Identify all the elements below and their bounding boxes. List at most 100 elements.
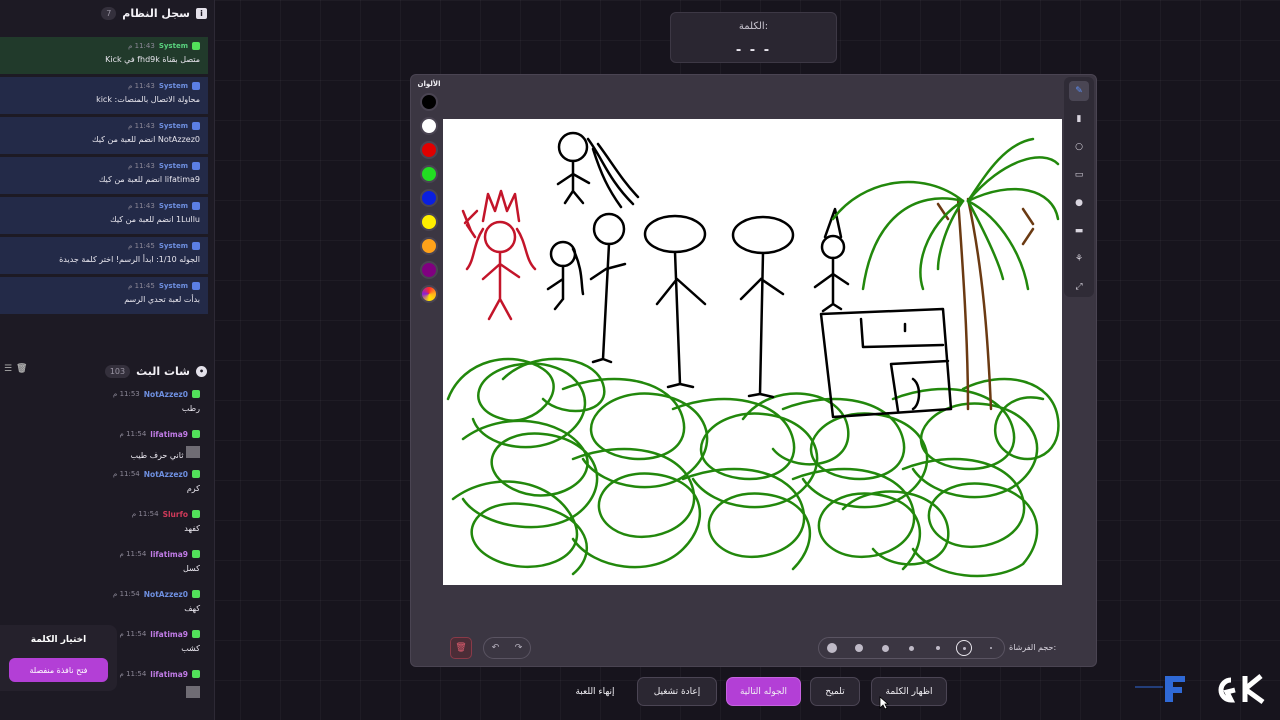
log-text: 1Lullu انضم للعبة من كيك — [110, 215, 200, 224]
chat-author[interactable]: Slurfo — [163, 510, 188, 519]
system-log-list: System 11:43 م متصل بقناة fhd9k في Kick Sys… — [0, 37, 208, 317]
word-box: الكلمة: - - - — [670, 12, 837, 63]
chat-meta: lifatima9 11:54 م — [0, 548, 200, 560]
log-author: System — [158, 201, 188, 210]
chat-text: كرم — [0, 484, 200, 493]
chat-text-content: كشب — [181, 644, 200, 653]
platform-icon — [192, 81, 200, 90]
chat-time: 11:54 م — [113, 590, 140, 598]
brush-size-option[interactable] — [877, 640, 893, 656]
color-swatch[interactable] — [420, 93, 438, 111]
red-figure — [461, 189, 537, 321]
fill-dot-icon[interactable]: ● — [1069, 193, 1089, 213]
chat-time: 11:54 م — [131, 510, 159, 518]
log-time: 11:43 م — [128, 81, 155, 90]
brush-size-option[interactable] — [983, 640, 999, 656]
redo-icon[interactable]: ↷ — [515, 643, 523, 653]
chat-text-content: كهف — [184, 604, 200, 613]
log-entry: System 11:45 م بدأت لعبة تحدي الرسم — [0, 277, 208, 314]
brush-size-option[interactable] — [930, 640, 946, 656]
sticker-icon — [186, 446, 200, 458]
next-round-button[interactable]: الجوله التالية — [726, 677, 801, 706]
kick-icon — [192, 630, 200, 638]
hint-button[interactable]: تلميح — [810, 677, 860, 706]
chat-text: كهف — [0, 604, 200, 613]
log-time: 11:45 م — [128, 241, 155, 250]
stream-chat-header: ☰ 🗑 103 شات البث • — [0, 358, 215, 384]
brush-size-dot — [935, 646, 940, 650]
word-value: - - - — [735, 43, 772, 58]
bucket-icon[interactable]: ⚘ — [1069, 249, 1089, 269]
brush-size-option[interactable] — [903, 640, 919, 656]
log-entry: System 11:43 م NotAzzez0 انضم للعبة من كيك — [0, 117, 208, 154]
log-entry: System 11:43 م متصل بقناة fhd9k في Kick — [0, 37, 208, 74]
chat-time: 11:54 م — [119, 430, 147, 438]
log-text: متصل بقناة fhd9k في Kick — [105, 55, 200, 64]
log-time: 11:45 م — [128, 281, 155, 290]
brush-size-dot — [908, 645, 914, 651]
mouse-cursor — [879, 696, 889, 710]
drawing — [446, 131, 1060, 578]
colors-label: الألوان — [417, 80, 441, 88]
eraser-icon[interactable]: ▮ — [1069, 109, 1089, 129]
chat-author[interactable]: lifatima9 — [150, 550, 188, 559]
platform-icon — [192, 281, 200, 290]
open-separate-window-button[interactable]: فتح نافذة منفصلة — [9, 658, 108, 682]
system-log-header: 7 سجل النظام i — [0, 0, 215, 26]
chat-author[interactable]: lifatima9 — [150, 670, 188, 679]
color-swatch[interactable] — [420, 261, 438, 279]
chat-author[interactable]: lifatima9 — [150, 630, 188, 639]
brush-size-dot — [989, 647, 992, 649]
trash-icon[interactable]: 🗑 — [16, 364, 27, 374]
chat-meta: NotAzzez0 11:54 م — [0, 468, 200, 480]
brush-size-option[interactable] — [824, 640, 840, 656]
end-game-button[interactable]: إنهاء اللعبة — [560, 677, 630, 706]
stream-chat-title: شات البث — [136, 364, 190, 378]
log-entry: System 11:43 م 1Lullu انضم للعبة من كيك — [0, 197, 208, 234]
log-author: System — [158, 241, 188, 250]
pencil-icon[interactable]: ✎ — [1069, 81, 1089, 101]
sticker-icon — [186, 686, 200, 698]
custom-color-picker[interactable] — [420, 285, 438, 303]
drawing-canvas[interactable] — [443, 119, 1062, 585]
brush-size-dot — [827, 643, 838, 653]
canvas-controls: 🗑 ↶ ↷ حجم الفرشاة: — [443, 633, 1062, 663]
brush-size-option[interactable] — [851, 640, 867, 656]
color-swatch[interactable] — [420, 141, 438, 159]
brush-size-selector — [818, 637, 1005, 659]
color-swatch[interactable] — [420, 189, 438, 207]
color-swatch[interactable] — [420, 165, 438, 183]
chat-author[interactable]: NotAzzez0 — [144, 390, 188, 399]
chat-time: 11:54 م — [119, 630, 147, 638]
line-icon[interactable]: ⤢ — [1069, 277, 1089, 297]
kick-icon — [192, 430, 200, 438]
log-time: 11:43 م — [128, 201, 155, 210]
kick-icon — [192, 670, 200, 678]
menu-icon[interactable]: ☰ — [4, 364, 12, 374]
log-time: 11:43 م — [128, 41, 155, 50]
log-meta: System 11:43 م — [0, 200, 200, 211]
kick-icon — [192, 550, 200, 558]
color-swatch[interactable] — [420, 237, 438, 255]
chat-author[interactable]: NotAzzez0 — [144, 470, 188, 479]
kick-icon — [192, 590, 200, 598]
color-swatch[interactable] — [420, 213, 438, 231]
undo-icon[interactable]: ↶ — [492, 643, 500, 653]
restart-button[interactable]: إعادة تشغيل — [637, 677, 717, 706]
chat-author[interactable]: lifatima9 — [150, 430, 188, 439]
log-author: System — [158, 81, 188, 90]
brush-size-option[interactable] — [956, 640, 973, 656]
info-icon[interactable]: i — [196, 7, 207, 19]
tools-panel: ✎ ▮ ○ ▭ ● ▬ ⚘ ⤢ — [1064, 77, 1094, 297]
clear-canvas-button[interactable]: 🗑 — [450, 637, 472, 659]
chat-time: 11:54 م — [119, 670, 147, 678]
brush-size-dot — [962, 646, 966, 650]
rectangle-icon[interactable]: ▭ — [1069, 165, 1089, 185]
stamp-icon[interactable]: ▬ — [1069, 221, 1089, 241]
log-time: 11:43 م — [128, 121, 155, 130]
circle-icon[interactable]: ○ — [1069, 137, 1089, 157]
chat-author[interactable]: NotAzzez0 — [144, 590, 188, 599]
word-choice-title: اختيار الكلمة — [30, 635, 87, 645]
color-swatch[interactable] — [420, 117, 438, 135]
palm-trunk — [936, 197, 1035, 411]
